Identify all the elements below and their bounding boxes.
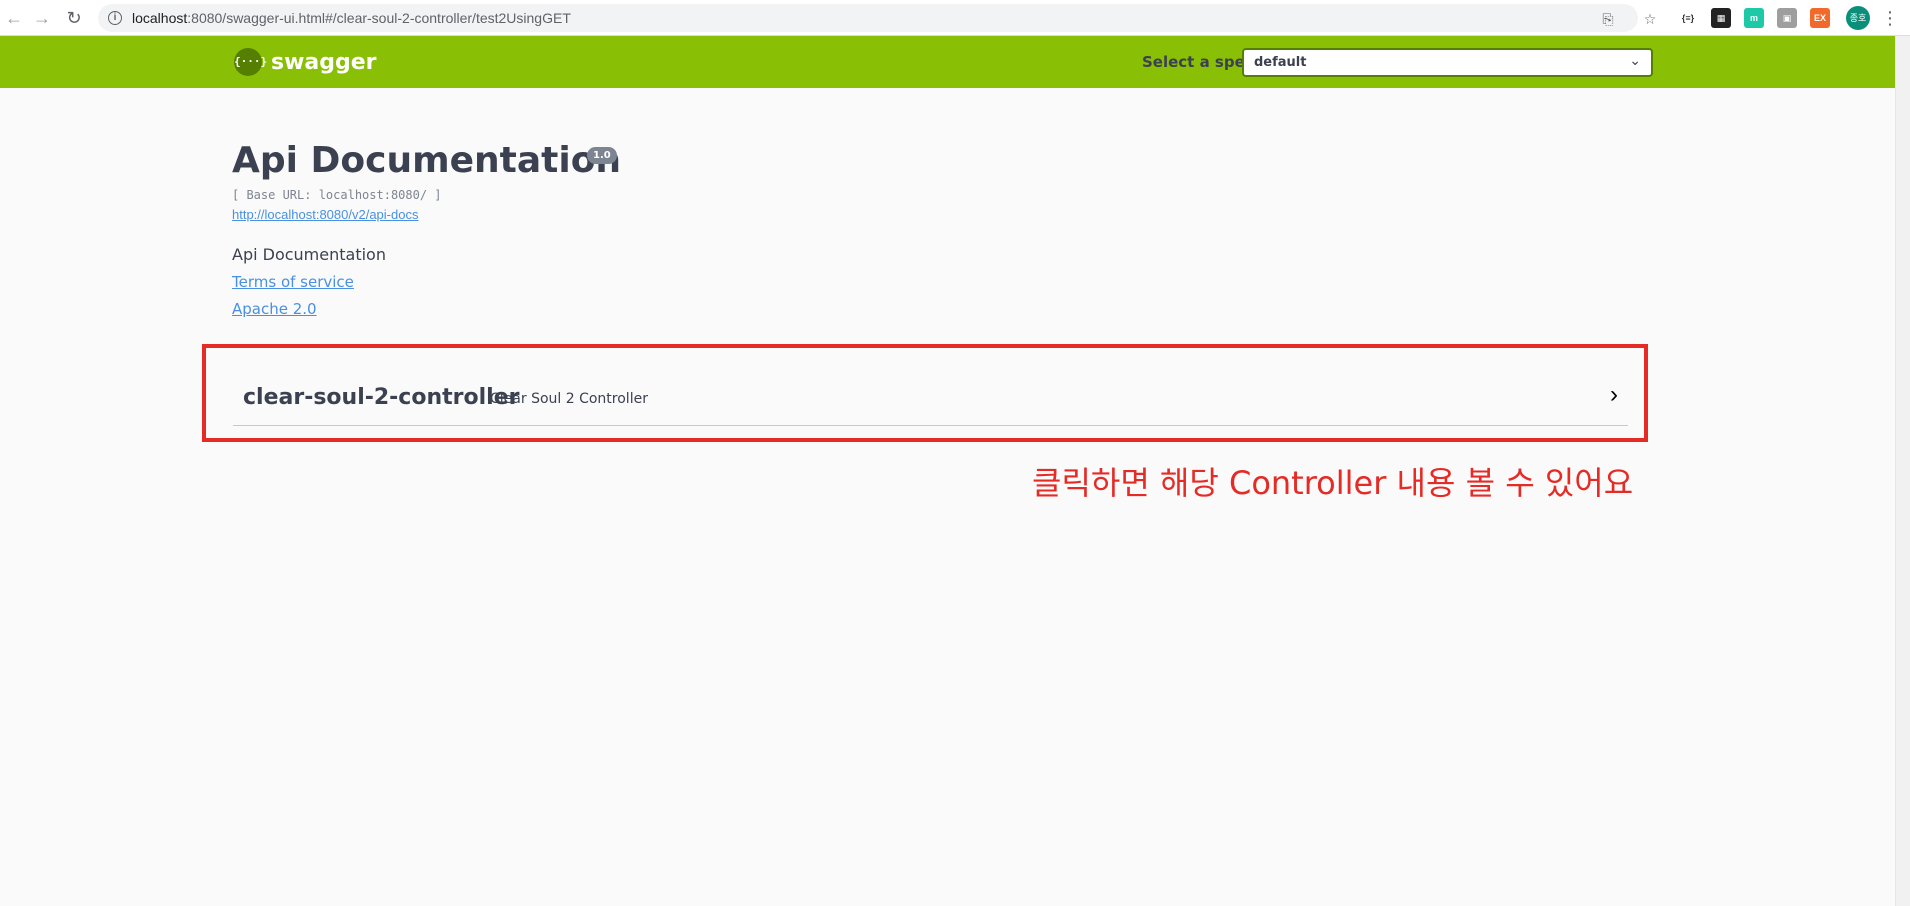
browser-menu-icon[interactable]: ⋮ <box>1880 6 1900 30</box>
terms-of-service-link[interactable]: Terms of service <box>232 273 354 291</box>
reload-icon[interactable]: ↻ <box>62 6 86 30</box>
tag-description: Clear Soul 2 Controller <box>490 391 648 407</box>
swagger-topbar: {···} swagger Select a spec default ⌄ <box>0 36 1895 88</box>
swagger-logo-text: swagger <box>271 49 377 75</box>
profile-avatar[interactable]: 종호 <box>1846 6 1870 30</box>
browser-toolbar: ← → ↻ i localhost:8080/swagger-ui.html#/… <box>0 0 1910 36</box>
address-bar[interactable]: i localhost:8080/swagger-ui.html#/clear-… <box>98 4 1656 32</box>
tag-name: clear-soul-2-controller <box>243 385 520 410</box>
base-url: [ Base URL: localhost:8080/ ] <box>232 188 442 202</box>
annotation-text: 클릭하면 해당 Controller 내용 볼 수 있어요 <box>1032 464 1634 502</box>
chevron-down-icon: ⌄ <box>1629 52 1641 68</box>
translate-icon[interactable]: ⎘ <box>1599 10 1617 28</box>
qr-ext-icon[interactable]: ▦ <box>1711 8 1731 28</box>
swagger-logo[interactable]: {···} swagger <box>234 48 377 76</box>
ex-ext-icon[interactable]: EX <box>1810 8 1830 28</box>
api-description: Api Documentation <box>232 245 386 264</box>
api-docs-link[interactable]: http://localhost:8080/v2/api-docs <box>232 207 418 222</box>
photo-ext-icon[interactable]: ▣ <box>1777 8 1797 28</box>
back-icon[interactable]: ← <box>2 6 26 30</box>
license-link[interactable]: Apache 2.0 <box>232 300 317 318</box>
spec-select-value: default <box>1254 55 1307 70</box>
bookmark-star-icon[interactable]: ☆ <box>1641 10 1659 28</box>
vertical-scrollbar[interactable] <box>1895 36 1910 906</box>
api-title: Api Documentation <box>232 140 622 181</box>
chevron-right-icon[interactable]: › <box>1604 383 1624 407</box>
version-badge: 1.0 <box>587 147 617 164</box>
swagger-logo-icon: {···} <box>234 48 267 76</box>
tag-section-header[interactable]: clear-soul-2-controller Clear Soul 2 Con… <box>233 377 1628 426</box>
spec-select-label: Select a spec <box>1142 53 1254 71</box>
m-ext-icon[interactable]: m <box>1744 8 1764 28</box>
spec-select[interactable]: default ⌄ <box>1242 48 1653 77</box>
forward-icon[interactable]: → <box>30 6 54 30</box>
site-info-icon[interactable]: i <box>108 11 122 25</box>
json-viewer-ext-icon[interactable]: {≡} <box>1678 8 1698 28</box>
address-url[interactable]: localhost:8080/swagger-ui.html#/clear-so… <box>132 10 571 26</box>
